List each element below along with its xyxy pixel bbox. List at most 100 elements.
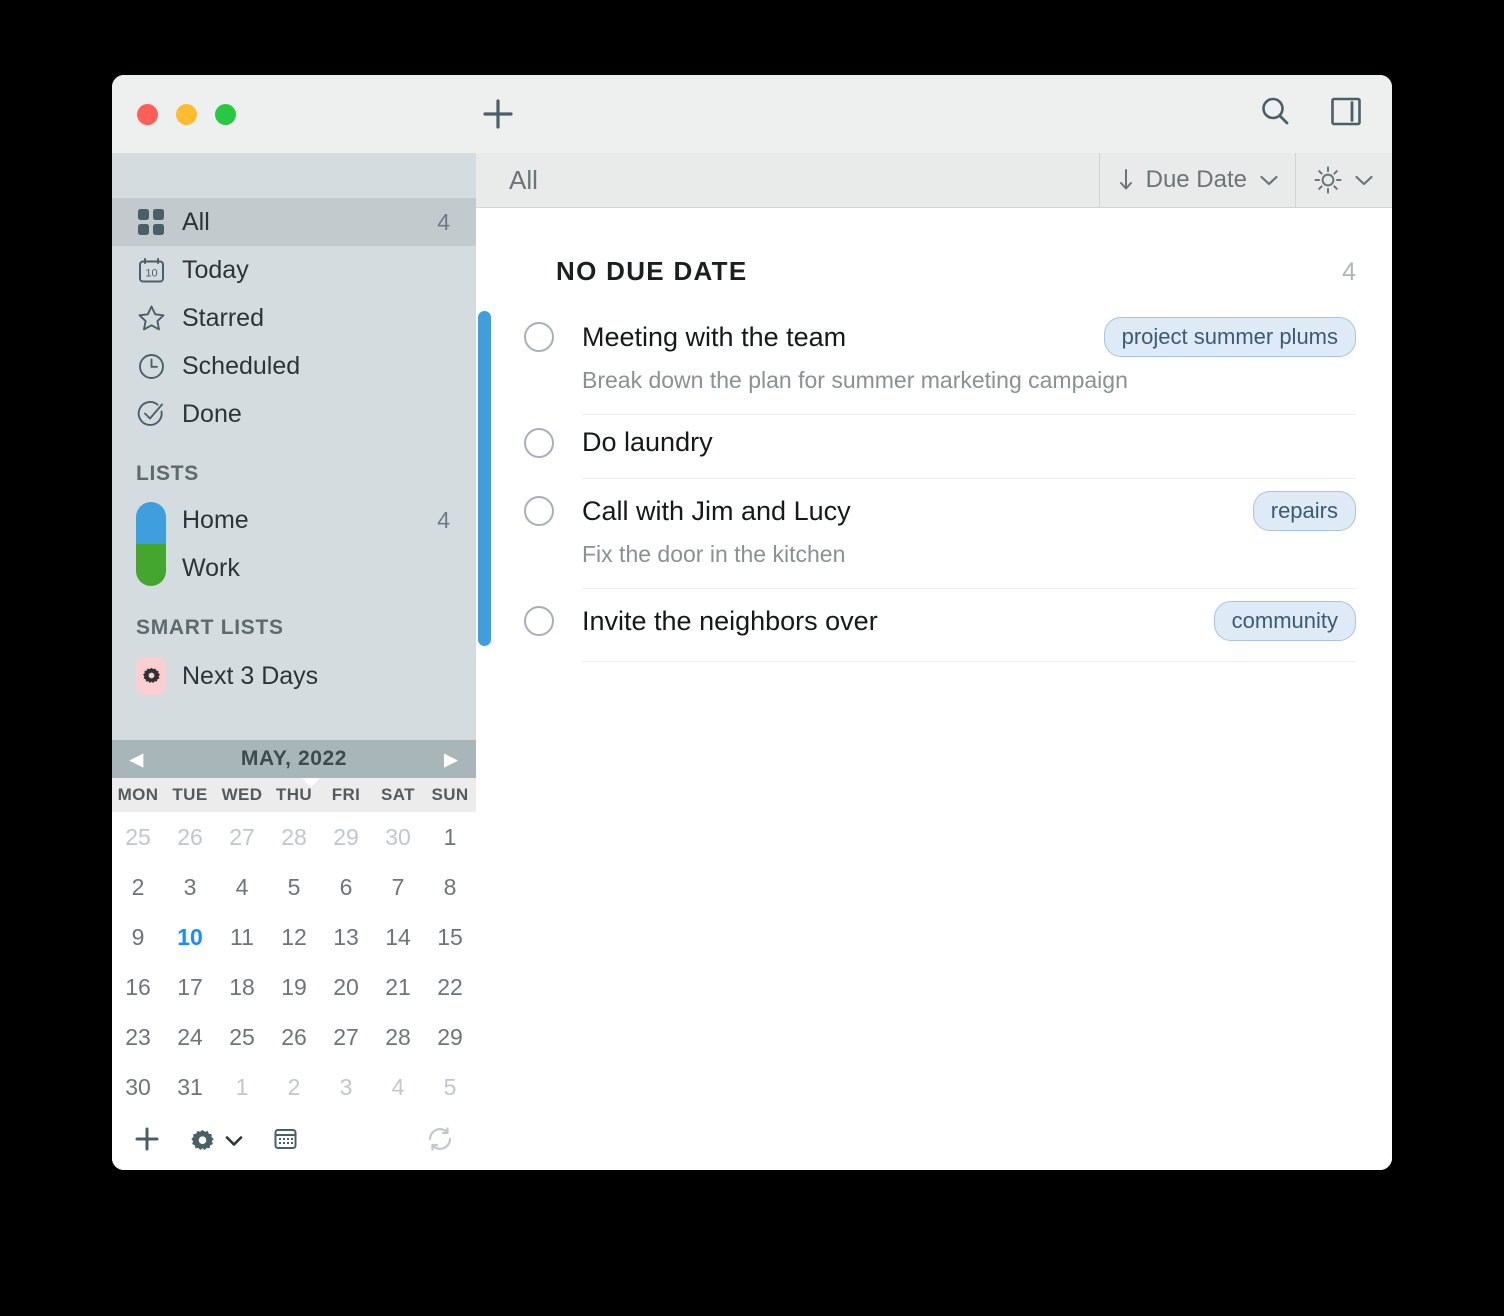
calendar-day[interactable]: 22 [424, 962, 476, 1012]
task-checkbox[interactable] [524, 606, 554, 636]
sidebar-item-all[interactable]: All 4 [112, 198, 476, 246]
task-separator [582, 661, 1356, 662]
calendar-prev-button[interactable]: ◀ [130, 751, 144, 768]
calendar-day[interactable]: 26 [268, 1012, 320, 1062]
task-title: Invite the neighbors over [582, 605, 878, 636]
sidebar-item-starred[interactable]: Starred [112, 294, 476, 342]
calendar-day[interactable]: 7 [372, 862, 424, 912]
sidebar-toggle-button[interactable] [1330, 96, 1362, 133]
add-list-button[interactable] [134, 1126, 160, 1157]
calendar-day[interactable]: 27 [216, 812, 268, 862]
minimize-button[interactable] [176, 103, 197, 125]
calendar-day[interactable]: 24 [164, 1012, 216, 1062]
gear-icon [136, 657, 166, 695]
calendar-day[interactable]: 5 [268, 862, 320, 912]
calendar-day[interactable]: 4 [372, 1062, 424, 1112]
chevron-down-icon [225, 1136, 243, 1146]
calendar-day[interactable]: 9 [112, 912, 164, 962]
calendar-day[interactable]: 28 [372, 1012, 424, 1062]
calendar-day[interactable]: 3 [320, 1062, 372, 1112]
calendar-day[interactable]: 4 [216, 862, 268, 912]
calendar-day[interactable]: 29 [424, 1012, 476, 1062]
calendar-day[interactable]: 17 [164, 962, 216, 1012]
gear-icon [191, 1129, 214, 1150]
calendar-day-name: TUE [172, 785, 208, 804]
calendar-day[interactable]: 20 [320, 962, 372, 1012]
calendar-icon [274, 1129, 297, 1149]
sync-button[interactable] [426, 1125, 454, 1158]
sidebar-item-home[interactable]: Home 4 [182, 496, 476, 544]
sidebar-item-today[interactable]: 10 Today [112, 246, 476, 294]
sidebar-item-label: All [182, 207, 210, 236]
sort-control[interactable]: Due Date [1098, 153, 1295, 207]
task-main-line: Do laundry [524, 415, 1356, 458]
calendar-day[interactable]: 30 [112, 1062, 164, 1112]
calendar-day[interactable]: 23 [112, 1012, 164, 1062]
sidebar-item-scheduled[interactable]: Scheduled [112, 342, 476, 390]
calendar-day-today[interactable]: 10 [164, 912, 216, 962]
calendar-day-name: MON [117, 785, 159, 804]
sidebar-item-label: Scheduled [182, 351, 301, 380]
lists-section-header: LISTS [136, 462, 200, 485]
calendar-header: ◀ MAY, 2022 ▶ [112, 740, 476, 778]
calendar-day[interactable]: 13 [320, 912, 372, 962]
task-row[interactable]: Meeting with the team project summer plum… [476, 305, 1392, 415]
calendar-day[interactable]: 14 [372, 912, 424, 962]
calendar-day[interactable]: 18 [216, 962, 268, 1012]
calendar-day[interactable]: 26 [164, 812, 216, 862]
task-tag[interactable]: project summer plums [1103, 317, 1356, 357]
calendar-day[interactable]: 19 [268, 962, 320, 1012]
calendar-view-button[interactable] [273, 1126, 298, 1156]
calendar-day[interactable]: 2 [112, 862, 164, 912]
settings-menu-button[interactable] [190, 1129, 243, 1154]
main-pane: All Due Date NO DUE DATE 4 Meeting with … [476, 153, 1392, 1170]
task-checkbox[interactable] [524, 322, 554, 352]
maximize-button[interactable] [215, 103, 236, 125]
calendar-day[interactable]: 5 [424, 1062, 476, 1112]
list-accent-bar [478, 311, 491, 646]
task-row[interactable]: Invite the neighbors over community [476, 589, 1392, 662]
add-task-button[interactable] [478, 94, 518, 134]
task-tag[interactable]: community [1213, 601, 1356, 641]
page-title: All [509, 164, 538, 195]
task-checkbox[interactable] [524, 496, 554, 526]
calendar-day[interactable]: 29 [320, 812, 372, 862]
calendar-day[interactable]: 8 [424, 862, 476, 912]
close-button[interactable] [137, 103, 158, 125]
sidebar-item-work[interactable]: Work [182, 544, 476, 592]
plus-icon [135, 1127, 159, 1150]
sort-label: Due Date [1145, 166, 1247, 193]
theme-control[interactable] [1295, 153, 1392, 207]
calendar-day[interactable]: 1 [216, 1062, 268, 1112]
calendar-day[interactable]: 31 [164, 1062, 216, 1112]
calendar-day[interactable]: 3 [164, 862, 216, 912]
calendar-day[interactable]: 28 [268, 812, 320, 862]
search-button[interactable] [1258, 95, 1292, 134]
calendar-next-button[interactable]: ▶ [444, 751, 458, 768]
calendar-day[interactable]: 11 [216, 912, 268, 962]
calendar-day[interactable]: 2 [268, 1062, 320, 1112]
calendar-day[interactable]: 6 [320, 862, 372, 912]
task-row[interactable]: Do laundry [476, 415, 1392, 479]
task-tag[interactable]: repairs [1252, 491, 1356, 531]
calendar-day[interactable]: 16 [112, 962, 164, 1012]
calendar-day[interactable]: 25 [216, 1012, 268, 1062]
calendar-day[interactable]: 1 [424, 812, 476, 862]
calendar-day-name: SAT [381, 785, 415, 804]
sort-descending-icon [1119, 169, 1132, 190]
calendar-day[interactable]: 25 [112, 812, 164, 862]
task-row[interactable]: Call with Jim and Lucy repairs Fix the doo… [476, 479, 1392, 589]
star-icon [136, 303, 166, 333]
calendar-day[interactable]: 15 [424, 912, 476, 962]
calendar-day[interactable]: 12 [268, 912, 320, 962]
calendar-day[interactable]: 21 [372, 962, 424, 1012]
task-note: Break down the plan for summer marketing… [582, 367, 1128, 393]
calendar-day[interactable]: 30 [372, 812, 424, 862]
chevron-down-icon [1355, 175, 1373, 185]
calendar-day[interactable]: 27 [320, 1012, 372, 1062]
sidebar-item-done[interactable]: Done [112, 390, 476, 438]
sidebar-item-next-3-days[interactable]: Next 3 Days [112, 650, 476, 702]
svg-text:10: 10 [145, 267, 157, 279]
grid-icon [136, 207, 166, 237]
task-checkbox[interactable] [524, 427, 554, 458]
